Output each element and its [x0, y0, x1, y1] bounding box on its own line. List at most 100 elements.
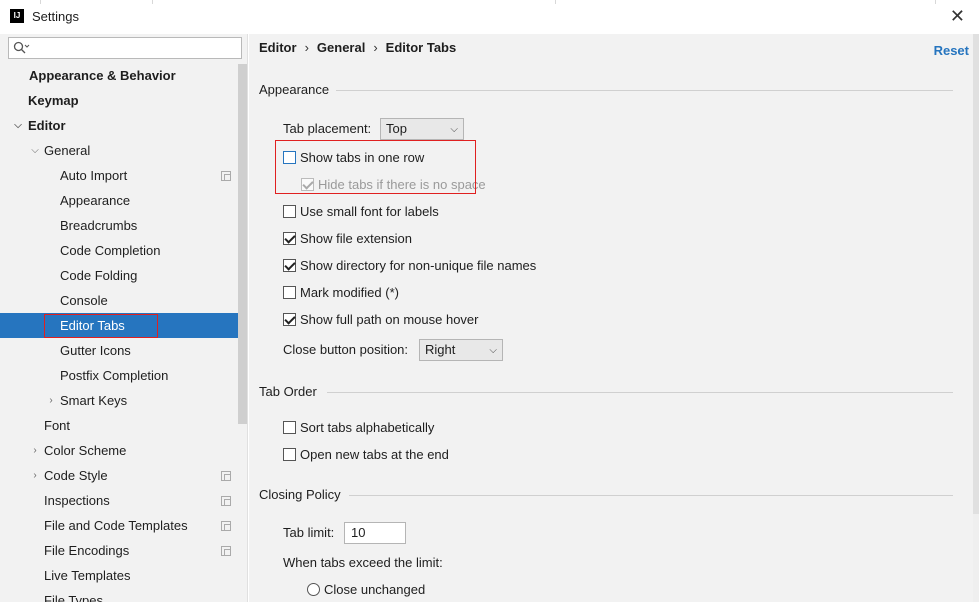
- open-at-end-checkbox[interactable]: [283, 448, 296, 461]
- sidebar-item-file-types[interactable]: File Types: [0, 588, 238, 602]
- breadcrumb-separator: ›: [304, 40, 309, 55]
- sidebar-item-postfix-completion[interactable]: Postfix Completion: [0, 363, 238, 388]
- section-title-closing-policy: Closing Policy: [259, 487, 341, 502]
- sidebar-item-label: Console: [60, 293, 108, 308]
- dropdown-value: Top: [386, 121, 407, 136]
- breadcrumb-item: General: [316, 40, 366, 55]
- sidebar-item-general[interactable]: ⌵ General: [0, 138, 238, 163]
- sidebar-item-label: Code Completion: [60, 243, 161, 258]
- search-icon: [13, 41, 33, 55]
- project-scope-icon: [221, 171, 231, 181]
- close-unchanged-radio[interactable]: [307, 583, 320, 596]
- chevron-down-icon[interactable]: ⌵: [12, 113, 24, 138]
- project-scope-icon: [221, 546, 231, 556]
- sidebar-item-keymap[interactable]: Keymap: [0, 88, 238, 113]
- sidebar-item-label: File Encodings: [44, 543, 130, 558]
- app-logo-icon: IJ: [10, 9, 24, 23]
- tab-placement-dropdown[interactable]: Top ⌵: [380, 118, 464, 140]
- sidebar-item-appearance-behavior[interactable]: Appearance & Behavior: [0, 63, 238, 88]
- sidebar-scrollbar[interactable]: [238, 64, 247, 424]
- tab-limit-label: Tab limit:: [283, 525, 335, 540]
- sidebar-item-color-scheme[interactable]: › Color Scheme: [0, 438, 238, 463]
- open-at-end-option[interactable]: Open new tabs at the end: [283, 444, 583, 466]
- project-scope-icon: [221, 471, 231, 481]
- checkbox-label: Use small font for labels: [300, 204, 439, 219]
- scrollbar-thumb[interactable]: [973, 34, 979, 514]
- settings-content: Editor › General › Editor Tabs Reset Appeara…: [249, 34, 979, 602]
- sidebar-item-console[interactable]: Console: [0, 288, 238, 313]
- show-full-path-option[interactable]: Show full path on mouse hover: [283, 309, 583, 331]
- close-icon[interactable]: ✕: [950, 6, 965, 26]
- divider: [935, 0, 936, 4]
- annotation-highlight: [44, 314, 158, 338]
- tab-limit-input[interactable]: 10: [344, 522, 406, 544]
- close-unchanged-option[interactable]: Close unchanged: [307, 579, 507, 601]
- show-extension-option[interactable]: Show file extension: [283, 228, 583, 250]
- search-input[interactable]: [8, 37, 242, 59]
- small-font-checkbox[interactable]: [283, 205, 296, 218]
- sidebar-item-label: Gutter Icons: [60, 343, 131, 358]
- content-scrollbar[interactable]: [973, 34, 979, 602]
- show-directory-option[interactable]: Show directory for non-unique file names: [283, 255, 583, 277]
- title-bar: IJ Settings ✕: [0, 0, 979, 34]
- sidebar-item-font[interactable]: Font: [0, 413, 238, 438]
- mark-modified-checkbox[interactable]: [283, 286, 296, 299]
- breadcrumb: Editor › General › Editor Tabs: [259, 40, 456, 55]
- show-directory-checkbox[interactable]: [283, 259, 296, 272]
- chevron-down-icon[interactable]: ⌵: [29, 138, 41, 163]
- sort-alpha-checkbox[interactable]: [283, 421, 296, 434]
- close-button-position-label: Close button position:: [283, 342, 409, 357]
- sidebar-item-smart-keys[interactable]: › Smart Keys: [0, 388, 238, 413]
- sidebar-item-inspections[interactable]: Inspections: [0, 488, 238, 513]
- input-value: 10: [351, 525, 366, 540]
- sidebar-item-file-encodings[interactable]: File Encodings: [0, 538, 238, 563]
- sidebar-item-live-templates[interactable]: Live Templates: [0, 563, 238, 588]
- dropdown-value: Right: [425, 342, 456, 357]
- close-button-position-dropdown[interactable]: Right ⌵: [419, 339, 503, 361]
- sidebar-item-label: Inspections: [44, 493, 110, 508]
- sidebar-item-label: Smart Keys: [60, 393, 128, 408]
- sidebar-item-label: File Types: [44, 593, 104, 602]
- chevron-down-icon: ⌵: [450, 124, 458, 135]
- sidebar-item-breadcrumbs[interactable]: Breadcrumbs: [0, 213, 238, 238]
- sidebar-item-label: Editor: [28, 118, 66, 133]
- sidebar-item-editor[interactable]: ⌵ Editor: [0, 113, 238, 138]
- exceed-limit-label: When tabs exceed the limit:: [283, 555, 443, 570]
- sidebar-item-code-style[interactable]: › Code Style: [0, 463, 238, 488]
- small-font-option[interactable]: Use small font for labels: [283, 201, 583, 223]
- section-title-tab-order: Tab Order: [259, 384, 317, 399]
- sidebar-item-label: General: [44, 143, 91, 158]
- sidebar-item-label: Color Scheme: [44, 443, 127, 458]
- chevron-right-icon[interactable]: ›: [29, 463, 41, 488]
- checkbox-label: Show file extension: [300, 231, 413, 246]
- sidebar-item-code-completion[interactable]: Code Completion: [0, 238, 238, 263]
- project-scope-icon: [221, 521, 231, 531]
- sidebar-item-code-folding[interactable]: Code Folding: [0, 263, 238, 288]
- checkbox-label: Sort tabs alphabetically: [300, 420, 435, 435]
- sidebar-item-label: Live Templates: [44, 568, 131, 583]
- chevron-right-icon[interactable]: ›: [29, 438, 41, 463]
- sidebar-item-appearance[interactable]: Appearance: [0, 188, 238, 213]
- checkbox-label: Mark modified (*): [300, 285, 399, 300]
- show-extension-checkbox[interactable]: [283, 232, 296, 245]
- sidebar-item-label: Postfix Completion: [60, 368, 169, 383]
- sidebar-item-label: Appearance: [60, 193, 131, 208]
- sidebar-item-label: Code Folding: [60, 268, 138, 283]
- reset-link[interactable]: Reset: [934, 43, 969, 58]
- project-scope-icon: [221, 496, 231, 506]
- window-title: Settings: [32, 9, 79, 24]
- show-full-path-checkbox[interactable]: [283, 313, 296, 326]
- tab-placement-label: Tab placement:: [283, 121, 372, 136]
- sort-alpha-option[interactable]: Sort tabs alphabetically: [283, 417, 583, 439]
- chevron-right-icon[interactable]: ›: [45, 388, 57, 413]
- mark-modified-option[interactable]: Mark modified (*): [283, 282, 583, 304]
- sidebar-item-label: File and Code Templates: [44, 518, 188, 533]
- checkbox-label: Show directory for non-unique file names: [300, 258, 537, 273]
- sidebar-item-gutter-icons[interactable]: Gutter Icons: [0, 338, 238, 363]
- divider: [349, 495, 953, 496]
- sidebar-item-file-code-templates[interactable]: File and Code Templates: [0, 513, 238, 538]
- divider: [40, 0, 41, 4]
- sidebar-item-auto-import[interactable]: Auto Import: [0, 163, 238, 188]
- sidebar-item-label: Auto Import: [60, 168, 128, 183]
- breadcrumb-separator: ›: [373, 40, 378, 55]
